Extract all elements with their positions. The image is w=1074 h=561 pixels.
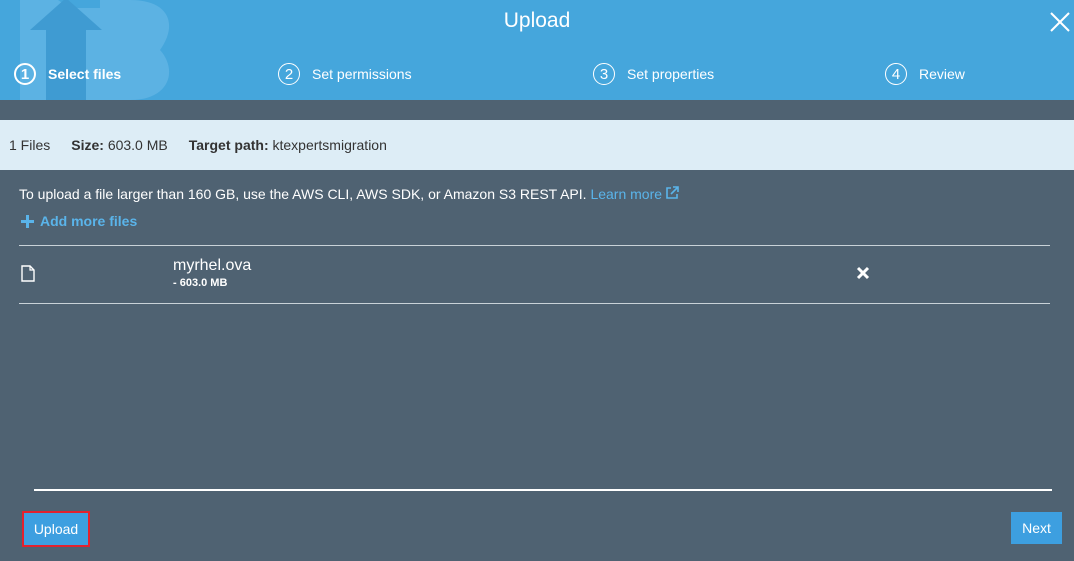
step-label: Select files — [48, 66, 122, 82]
target-value: ktexpertsmigration — [272, 137, 387, 153]
size-limit-notice: To upload a file larger than 160 GB, use… — [19, 185, 679, 203]
step-label: Set permissions — [312, 66, 412, 82]
plus-icon — [21, 214, 34, 228]
learn-more-link[interactable]: Learn more — [590, 186, 679, 202]
dialog-title: Upload — [503, 9, 571, 32]
add-more-files-button[interactable]: Add more files — [21, 213, 137, 229]
file-name: myrhel.ova — [173, 257, 252, 274]
total-size: Size: 603.0 MB — [71, 137, 168, 153]
footer-divider — [34, 489, 1052, 491]
notice-text: To upload a file larger than 160 GB, use… — [19, 186, 587, 202]
target-label: Target path: — [188, 137, 269, 153]
step-set-properties[interactable]: 3 Set properties — [593, 62, 714, 86]
step-number: 2 — [278, 63, 300, 85]
size-label: Size: — [71, 137, 104, 153]
size-value: 603.0 MB — [107, 137, 168, 153]
step-label: Set properties — [627, 66, 715, 82]
step-set-permissions[interactable]: 2 Set permissions — [278, 62, 412, 86]
upload-button[interactable]: Upload — [22, 511, 90, 547]
step-number: 1 — [14, 63, 36, 85]
dialog-header: Upload 1 Select files 2 Set permissions … — [0, 0, 1074, 100]
files-count: 1 Files — [9, 137, 51, 153]
file-list: myrhel.ova - 603.0 MB — [19, 245, 1050, 304]
upload-summary-bar: 1 Files Size: 603.0 MB Target path: ktex… — [0, 120, 1074, 170]
step-number: 4 — [885, 63, 907, 85]
target-path: Target path: ktexpertsmigration — [189, 137, 387, 153]
step-review[interactable]: 4 Review — [885, 62, 965, 86]
upload-dialog: Upload 1 Select files 2 Set permissions … — [0, 0, 1074, 561]
add-files-label: Add more files — [40, 213, 138, 229]
learn-more-label: Learn more — [590, 186, 663, 202]
step-label: Review — [919, 66, 965, 82]
external-link-icon — [666, 186, 679, 199]
file-size: - 603.0 MB — [173, 277, 228, 289]
next-button[interactable]: Next — [1011, 512, 1062, 544]
step-number: 3 — [593, 63, 615, 85]
file-icon — [21, 265, 35, 282]
step-select-files[interactable]: 1 Select files — [14, 62, 121, 86]
close-icon[interactable] — [1048, 10, 1072, 34]
remove-icon[interactable] — [856, 266, 870, 280]
